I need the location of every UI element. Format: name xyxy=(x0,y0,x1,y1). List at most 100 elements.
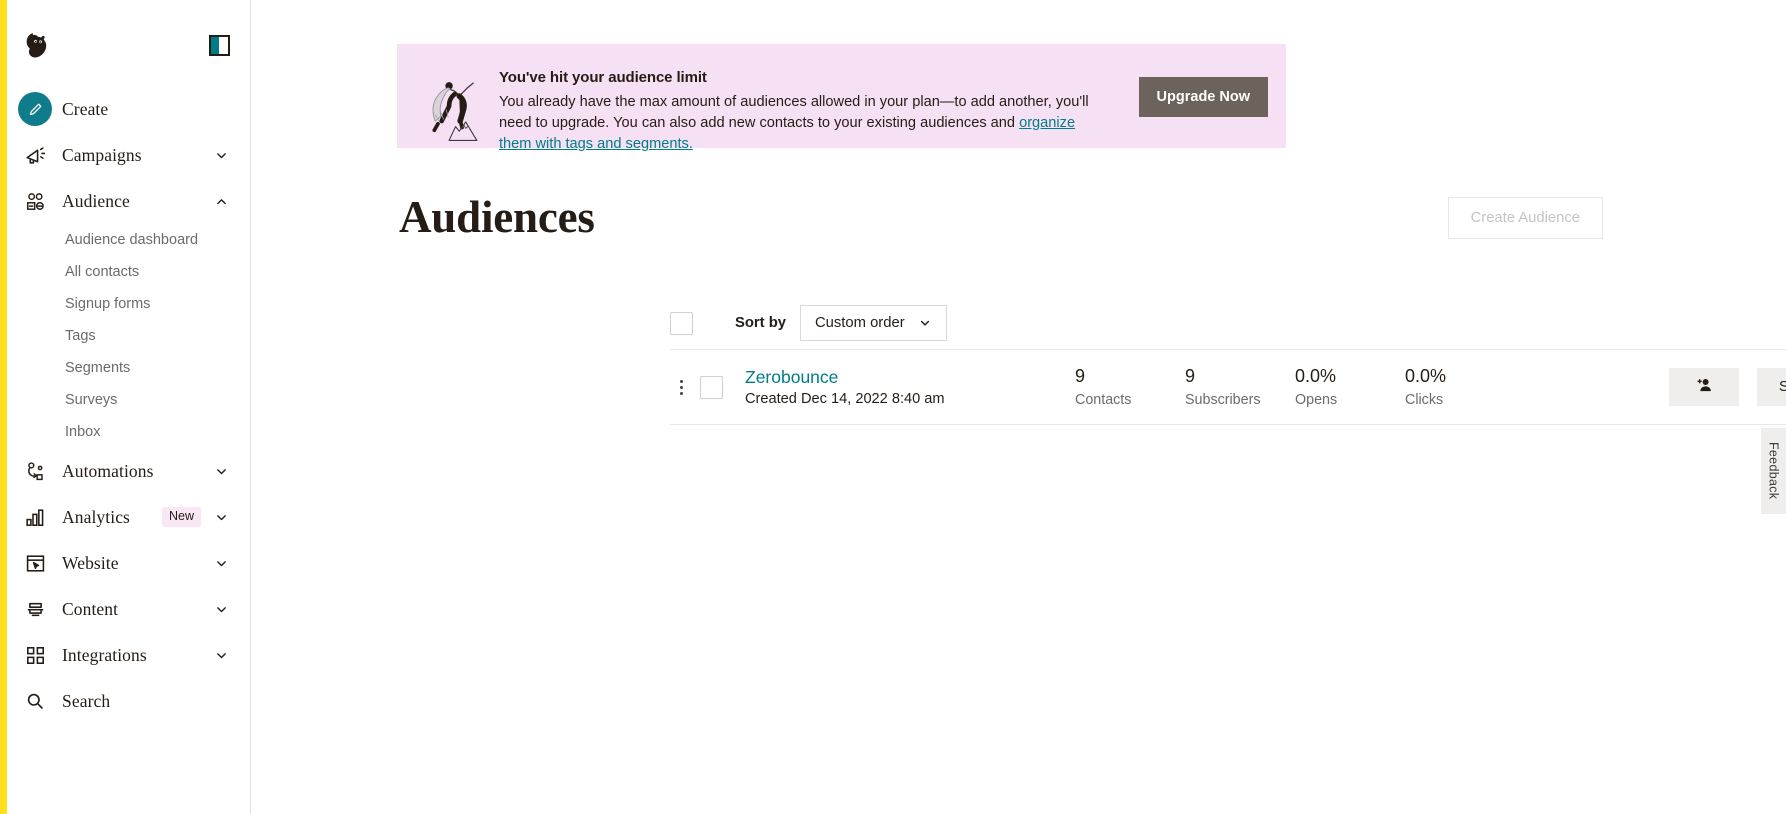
sidebar-item-tags[interactable]: Tags xyxy=(0,320,250,352)
sidebar-item-create[interactable]: Create xyxy=(0,86,250,132)
app-root: Create Campaigns Audience Audience dashb… xyxy=(0,0,1786,814)
banner-description-text: You already have the max amount of audie… xyxy=(499,94,1089,132)
sidebar-item-campaigns[interactable]: Campaigns xyxy=(0,132,250,178)
stat-value: 9 xyxy=(1185,366,1196,387)
sidebar-item-label-website: Website xyxy=(62,552,119,573)
sidebar-item-label-integrations: Integrations xyxy=(62,644,147,665)
row-select-checkbox[interactable] xyxy=(700,375,723,399)
kebab-dot xyxy=(679,385,683,389)
stat-subscribers: 9 Subscribers xyxy=(1185,366,1295,408)
audience-created-date: Created Dec 14, 2022 8:40 am xyxy=(745,391,945,408)
website-icon xyxy=(18,546,52,580)
chevron-up-icon-audience[interactable] xyxy=(215,195,228,208)
sort-order-select[interactable]: Custom order xyxy=(799,305,947,341)
audience-list: Zerobounce Created Dec 14, 2022 8:40 am … xyxy=(670,349,1786,425)
list-divider-bottom xyxy=(670,424,1786,425)
stat-label: Opens xyxy=(1295,391,1338,408)
sidebar: Create Campaigns Audience Audience dashb… xyxy=(0,0,251,814)
subnav-label: Signup forms xyxy=(65,296,151,312)
stat-label: Contacts xyxy=(1075,391,1132,408)
kebab-menu-icon[interactable] xyxy=(672,379,690,395)
sidebar-item-automations[interactable]: Automations xyxy=(0,448,250,494)
stat-value: 0.0% xyxy=(1295,366,1337,387)
subnav-label: Segments xyxy=(65,360,131,376)
sidebar-item-audience-dashboard[interactable]: Audience dashboard xyxy=(0,224,250,256)
chevron-down-icon-automations[interactable] xyxy=(215,465,228,478)
chevron-down-icon-sort xyxy=(919,317,932,329)
mailchimp-freddie-logo[interactable] xyxy=(20,26,58,64)
chevron-down-icon-analytics[interactable] xyxy=(215,511,228,524)
sidebar-item-all-contacts[interactable]: All contacts xyxy=(0,256,250,288)
sidebar-item-label-content: Content xyxy=(62,598,119,619)
audience-icon xyxy=(18,184,52,218)
sort-order-value: Custom order xyxy=(814,315,905,331)
add-contact-button[interactable] xyxy=(1668,368,1739,406)
search-icon xyxy=(18,684,52,718)
table-row: Zerobounce Created Dec 14, 2022 8:40 am … xyxy=(670,350,1786,424)
pencil-icon xyxy=(18,92,52,126)
sidebar-item-website[interactable]: Website xyxy=(0,540,250,586)
sidebar-item-label-analytics: Analytics xyxy=(62,506,130,527)
bar-chart-icon xyxy=(18,500,52,534)
sidebar-item-surveys[interactable]: Surveys xyxy=(0,384,250,416)
stat-label: Subscribers xyxy=(1185,391,1261,408)
sidebar-item-integrations[interactable]: Integrations xyxy=(0,632,250,678)
sidebar-item-label-create: Create xyxy=(62,98,109,119)
audience-name-link[interactable]: Zerobounce xyxy=(745,367,1075,389)
banner-body: You've hit your audience limit You alrea… xyxy=(499,58,1129,155)
subnav-label: All contacts xyxy=(65,264,140,280)
stat-contacts: 9 Contacts xyxy=(1075,366,1185,408)
list-toolbar: Sort by Custom order xyxy=(670,305,947,341)
audience-subnav: Audience dashboard All contacts Signup f… xyxy=(0,224,250,448)
page-header: Audiences Create Audience xyxy=(399,195,1603,240)
subnav-label: Surveys xyxy=(65,392,118,408)
chevron-down-icon-website[interactable] xyxy=(215,557,228,570)
sidebar-item-content[interactable]: Content xyxy=(0,586,250,632)
stat-clicks: 0.0% Clicks xyxy=(1405,366,1515,408)
grid-icon xyxy=(18,638,52,672)
stats-button[interactable]: Stats xyxy=(1756,368,1786,406)
subnav-label: Inbox xyxy=(65,424,101,440)
panel-toggle-left-half xyxy=(211,36,219,54)
chevron-down-icon-campaigns[interactable] xyxy=(215,149,228,162)
create-icon-wrap xyxy=(18,92,52,126)
main-content: You've hit your audience limit You alrea… xyxy=(251,0,1786,814)
kebab-dot xyxy=(679,391,683,395)
chevron-down-icon-content[interactable] xyxy=(215,603,228,616)
subnav-label: Audience dashboard xyxy=(65,232,199,248)
sidebar-item-label-search: Search xyxy=(62,690,111,711)
banner-description: You already have the max amount of audie… xyxy=(499,92,1111,155)
status-badge-new: New xyxy=(161,507,201,527)
audience-limit-banner: You've hit your audience limit You alrea… xyxy=(397,44,1286,152)
banner-title: You've hit your audience limit xyxy=(499,69,707,86)
sidebar-item-signup-forms[interactable]: Signup forms xyxy=(0,288,250,320)
stat-label: Clicks xyxy=(1405,391,1444,408)
sidebar-item-inbox[interactable]: Inbox xyxy=(0,416,250,448)
brand-accent-stripe xyxy=(0,0,7,814)
subnav-label: Tags xyxy=(65,328,96,344)
person-leaping-over-mountain-illustration xyxy=(417,72,483,151)
automations-icon xyxy=(18,454,52,488)
megaphone-icon xyxy=(18,138,52,172)
sidebar-item-search[interactable]: Search xyxy=(0,678,250,724)
kebab-dot xyxy=(679,379,683,383)
chevron-down-icon-integrations[interactable] xyxy=(215,649,228,662)
sidebar-item-label-automations: Automations xyxy=(62,460,154,481)
sidebar-item-label-audience: Audience xyxy=(62,190,130,211)
sidebar-item-segments[interactable]: Segments xyxy=(0,352,250,384)
sidebar-item-audience[interactable]: Audience xyxy=(0,178,250,224)
feedback-tab-label: Feedback xyxy=(1766,442,1781,500)
stat-value: 0.0% xyxy=(1405,366,1447,387)
select-all-checkbox[interactable] xyxy=(670,311,693,335)
upgrade-now-button[interactable]: Upgrade Now xyxy=(1138,77,1268,117)
add-person-icon xyxy=(1693,375,1714,399)
sort-by-label: Sort by xyxy=(735,315,786,331)
sidebar-item-analytics[interactable]: Analytics New xyxy=(0,494,250,540)
stat-opens: 0.0% Opens xyxy=(1295,366,1405,408)
create-audience-button[interactable]: Create Audience xyxy=(1447,196,1603,239)
sidebar-item-label-campaigns: Campaigns xyxy=(62,144,142,165)
feedback-tab[interactable]: Feedback xyxy=(1761,428,1786,514)
sidebar-header xyxy=(0,14,250,76)
page-title: Audiences xyxy=(399,192,595,242)
panel-toggle-icon[interactable] xyxy=(209,34,230,56)
